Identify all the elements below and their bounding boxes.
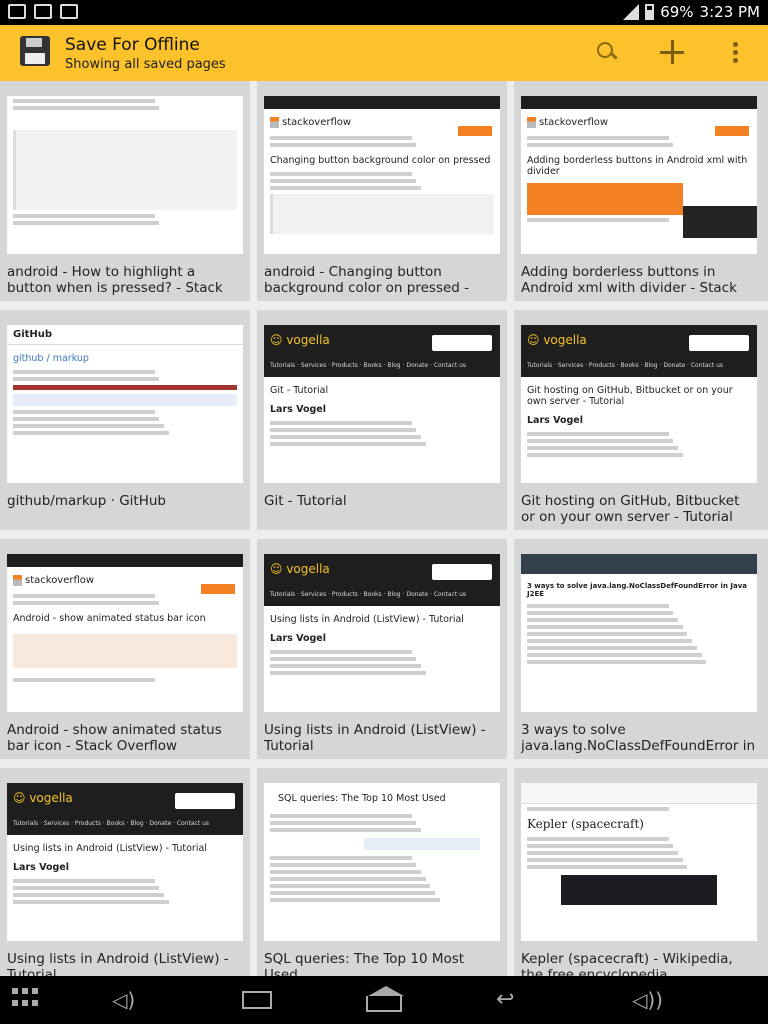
mail-icon <box>34 4 52 19</box>
thumbnail-title: Changing button background color on pres… <box>270 155 491 166</box>
page-title: Using lists in Android (ListView) - Tuto… <box>264 722 486 754</box>
page-title: android - Changing button background col… <box>264 264 470 298</box>
app-bar: Save For Offline Showing all saved pages <box>0 25 768 81</box>
page-title: Android - show animated status bar icon … <box>7 722 222 754</box>
page-thumbnail: stackoverflow Changing button background … <box>264 96 500 254</box>
image-icon <box>8 4 26 19</box>
saved-page-card[interactable]: Kepler (spacecraft) Kepler (spacecraft) -… <box>514 768 768 976</box>
page-thumbnail: Kepler (spacecraft) <box>521 783 757 941</box>
search-icon[interactable] <box>594 39 622 67</box>
page-thumbnail: 3 ways to solve java.lang.NoClassDefFoun… <box>521 554 757 712</box>
add-icon[interactable] <box>658 39 686 67</box>
apps-grid-icon[interactable] <box>12 988 38 1006</box>
page-title: android - How to highlight a button when… <box>7 264 223 298</box>
saved-page-card[interactable]: stackoverflow Adding borderless buttons i… <box>514 81 768 301</box>
saved-page-card[interactable]: GitHub github / markup github/markup · Git… <box>0 310 250 530</box>
saved-page-card[interactable]: ☺ vogella Tutorials · Services · Products… <box>257 539 507 759</box>
thumbnail-title: Git - Tutorial <box>270 385 329 396</box>
thumbnail-title: 3 ways to solve java.lang.NoClassDefFoun… <box>527 582 747 598</box>
page-title: Git - Tutorial <box>264 493 347 509</box>
page-title: Kepler (spacecraft) - Wikipedia, the fre… <box>521 951 733 976</box>
download-icon <box>60 4 78 19</box>
thumbnail-title: Kepler (spacecraft) <box>527 817 644 831</box>
volume-down-icon[interactable]: ◁) <box>112 988 135 1012</box>
thumbnail-author: Lars Vogel <box>270 633 326 644</box>
page-thumbnail: SQL queries: The Top 10 Most Used <box>264 783 500 941</box>
page-thumbnail: ☺ vogella Tutorials · Services · Products… <box>264 554 500 712</box>
thumbnail-title: Using lists in Android (ListView) - Tuto… <box>270 614 464 625</box>
thumbnail-title: github / markup <box>13 353 89 364</box>
back-icon[interactable]: ↩ <box>496 988 514 1012</box>
saved-page-card[interactable]: ☺ vogella Tutorials · Services · Products… <box>514 310 768 530</box>
overflow-menu-icon[interactable] <box>722 39 750 67</box>
page-thumbnail: ☺ vogella Tutorials · Services · Products… <box>264 325 500 483</box>
page-thumbnail: stackoverflow Android - show animated sta… <box>7 554 243 712</box>
thumbnail-title: Using lists in Android (ListView) - Tuto… <box>13 843 207 854</box>
saved-page-card[interactable]: ☺ vogella Tutorials · Services · Products… <box>257 310 507 530</box>
page-thumbnail: GitHub github / markup <box>7 325 243 483</box>
page-title: 3 ways to solve java.lang.NoClassDefFoun… <box>521 722 756 754</box>
saved-page-card[interactable]: stackoverflow Android - show animated sta… <box>0 539 250 759</box>
page-title: github/markup · GitHub <box>7 493 167 509</box>
app-subtitle: Showing all saved pages <box>65 57 226 72</box>
thumbnail-title: Android - show animated status bar icon <box>13 613 206 624</box>
thumbnail-author: Lars Vogel <box>527 415 583 426</box>
thumbnail-author: Lars Vogel <box>270 404 326 415</box>
home-icon[interactable] <box>366 986 404 1012</box>
thumbnail-title: SQL queries: The Top 10 Most Used <box>278 793 446 804</box>
saved-page-card[interactable]: stackoverflow Changing button background … <box>257 81 507 301</box>
page-title: Git hosting on GitHub, Bitbucket or on y… <box>521 493 740 525</box>
system-nav-bar: ◁) ↩ ◁)) <box>0 976 768 1024</box>
page-title: SQL queries: The Top 10 Most Used <box>264 951 465 976</box>
app-title: Save For Offline <box>65 35 200 55</box>
thumbnail-author: Lars Vogel <box>13 862 69 873</box>
recent-apps-icon[interactable] <box>242 991 272 1009</box>
status-bar: 69% 3:23 PM <box>0 0 768 25</box>
saved-page-card[interactable]: ☺ vogella Tutorials · Services · Products… <box>0 768 250 976</box>
saved-page-card[interactable]: SQL queries: The Top 10 Most Used SQL que… <box>257 768 507 976</box>
page-thumbnail <box>7 96 243 254</box>
app-logo-floppy-icon <box>18 34 54 72</box>
clock: 3:23 PM <box>699 3 760 21</box>
page-title: Adding borderless buttons in Android xml… <box>521 264 737 298</box>
page-thumbnail: ☺ vogella Tutorials · Services · Products… <box>521 325 757 483</box>
saved-pages-grid: android - How to highlight a button when… <box>0 81 768 976</box>
volume-up-icon[interactable]: ◁)) <box>632 988 663 1012</box>
page-thumbnail: stackoverflow Adding borderless buttons i… <box>521 96 757 254</box>
battery-icon <box>645 4 655 20</box>
signal-icon <box>623 4 640 20</box>
thumbnail-title: Adding borderless buttons in Android xml… <box>527 155 748 177</box>
thumbnail-title: Git hosting on GitHub, Bitbucket or on y… <box>527 385 733 407</box>
page-thumbnail: ☺ vogella Tutorials · Services · Products… <box>7 783 243 941</box>
saved-page-card[interactable]: 3 ways to solve java.lang.NoClassDefFoun… <box>514 539 768 759</box>
saved-page-card[interactable]: android - How to highlight a button when… <box>0 81 250 301</box>
page-title: Using lists in Android (ListView) - Tuto… <box>7 951 229 976</box>
battery-level: 69% <box>660 3 694 21</box>
